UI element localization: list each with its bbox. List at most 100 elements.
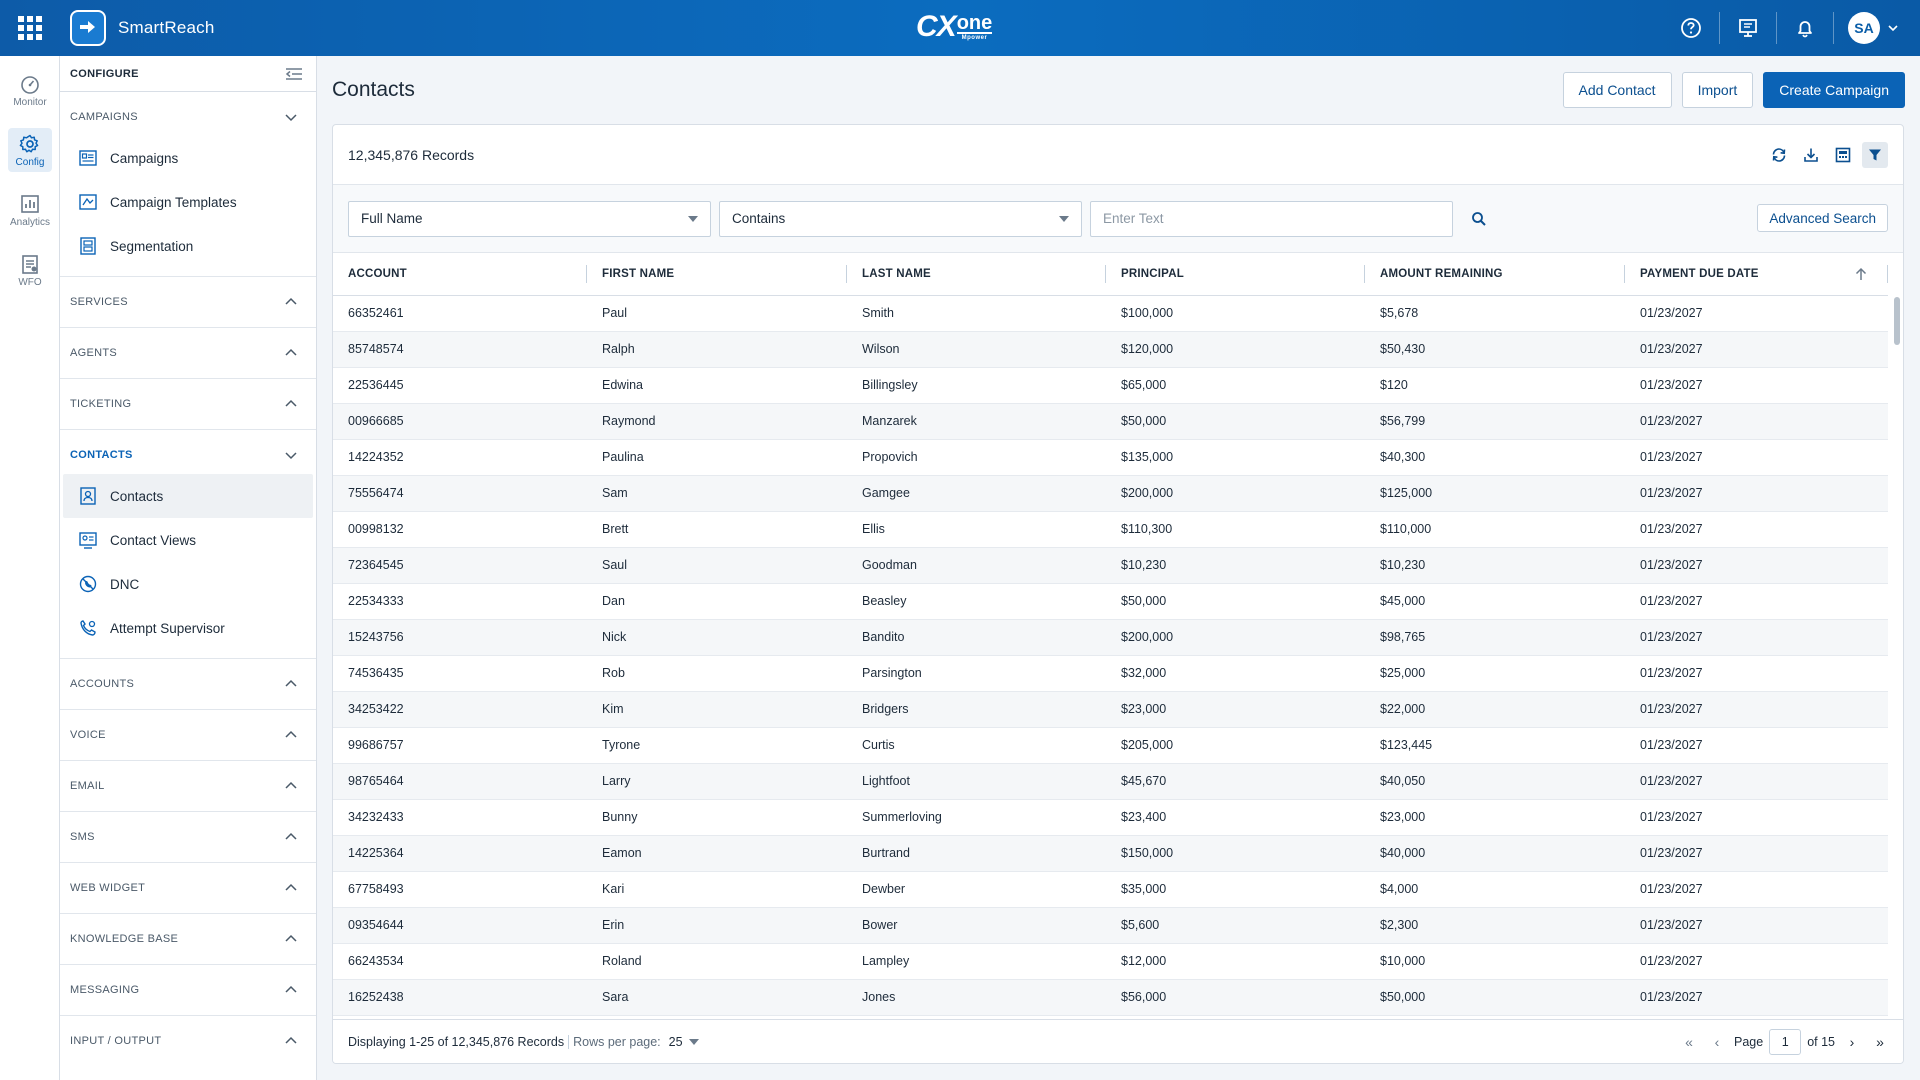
table-row[interactable]: 66352461 Paul Smith $100,000 $5,678 01/23/202… xyxy=(333,295,1888,332)
column-header[interactable]: PAYMENT DUE DATE xyxy=(1625,253,1888,296)
sidebar-section-header[interactable]: VOICE xyxy=(60,710,316,760)
help-icon[interactable] xyxy=(1671,8,1711,48)
table-row[interactable]: 34253422 Kim Bridgers $23,000 $22,000 01/23/2… xyxy=(333,691,1888,728)
table-row[interactable]: 22534333 Dan Beasley $50,000 $45,000 01/23/20… xyxy=(333,583,1888,620)
table-cell: Sara xyxy=(587,979,847,1016)
column-header[interactable]: LAST NAME xyxy=(847,253,1106,296)
speedometer-icon xyxy=(21,75,39,94)
column-header-label: AMOUNT REMAINING xyxy=(1380,267,1503,280)
table-row[interactable]: 16252438 Sara Jones $56,000 $50,000 01/23/202… xyxy=(333,979,1888,1016)
next-page-icon[interactable]: › xyxy=(1841,1031,1863,1053)
vertical-scrollbar[interactable] xyxy=(1894,297,1900,345)
sidebar-section-header[interactable]: KNOWLEDGE BASE xyxy=(60,914,316,964)
import-button[interactable]: Import xyxy=(1681,72,1754,108)
add-contact-button[interactable]: Add Contact xyxy=(1562,72,1672,108)
table-row[interactable]: 98765464 Larry Lightfoot $45,670 $40,050 01/2… xyxy=(333,763,1888,800)
table-cell: Wilson xyxy=(847,331,1106,368)
table-row[interactable]: 75556474 Sam Gamgee $200,000 $125,000 01/23/2… xyxy=(333,475,1888,512)
table-row[interactable]: 72364545 Saul Goodman $10,230 $10,230 01/23/2… xyxy=(333,547,1888,584)
bell-icon[interactable] xyxy=(1785,8,1825,48)
campaigns-icon xyxy=(79,150,97,166)
table-row[interactable]: 34232433 Bunny Summerloving $23,400 $23,000 0… xyxy=(333,799,1888,836)
column-header[interactable]: FIRST NAME xyxy=(587,253,847,296)
field-select[interactable]: Full Name xyxy=(348,200,711,237)
page-number-input[interactable] xyxy=(1769,1029,1802,1055)
filter-icon[interactable] xyxy=(1862,141,1888,168)
sidebar-section-header[interactable]: TICKETING xyxy=(60,379,316,429)
table-cell: 14225364 xyxy=(333,835,587,872)
app-launcher-button[interactable] xyxy=(0,0,60,56)
table-row[interactable]: 22536445 Edwina Billingsley $65,000 $120 01/2… xyxy=(333,367,1888,404)
table-row[interactable]: 09354644 Erin Bower $5,600 $2,300 01/23/2027 xyxy=(333,907,1888,944)
download-icon[interactable] xyxy=(1798,142,1824,168)
search-text-input[interactable] xyxy=(1090,200,1453,237)
table-row[interactable]: 00966685 Raymond Manzarek $50,000 $56,799 01/… xyxy=(333,403,1888,440)
rail-item-wfo[interactable]: WFO xyxy=(0,240,60,300)
sidebar-section-header[interactable]: INPUT / OUTPUT xyxy=(60,1016,316,1066)
column-header[interactable]: AMOUNT REMAINING xyxy=(1365,253,1625,296)
sidebar-section-header[interactable]: CONTACTS xyxy=(60,430,316,480)
collapse-menu-icon[interactable] xyxy=(284,66,304,82)
table-cell: Smith xyxy=(847,295,1106,332)
rail-item-monitor[interactable]: Monitor xyxy=(0,60,60,120)
chevron-down-icon xyxy=(285,452,297,460)
table-cell: 01/23/2027 xyxy=(1625,403,1888,440)
sidebar-section-header[interactable]: SERVICES xyxy=(60,277,316,327)
table-cell: Eamon xyxy=(587,835,847,872)
sidebar-section-header[interactable]: AGENTS xyxy=(60,328,316,378)
calculator-icon[interactable] xyxy=(1830,142,1856,168)
sidebar-item-contacts[interactable]: Contacts xyxy=(63,474,313,518)
column-header[interactable]: PRINCIPAL xyxy=(1106,253,1365,296)
table-row[interactable]: 99686757 Tyrone Curtis $205,000 $123,445 01/2… xyxy=(333,727,1888,764)
sidebar-section-header[interactable]: EMAIL xyxy=(60,761,316,811)
contacts-table: ACCOUNT FIRST NAME LAST NAME PRINCIPAL AMOUN… xyxy=(333,253,1888,1016)
table-cell: $25,000 xyxy=(1365,655,1625,692)
section-label: VOICE xyxy=(70,729,106,741)
brand[interactable]: SmartReach xyxy=(70,10,214,46)
table-row[interactable]: 67758493 Kari Dewber $35,000 $4,000 01/23/202… xyxy=(333,871,1888,908)
section-label: TICKETING xyxy=(70,398,132,410)
table-cell: 22534333 xyxy=(333,583,587,620)
sidebar-item-campaign-templates[interactable]: Campaign Templates xyxy=(63,180,313,224)
sidebar-section-header[interactable]: SMS xyxy=(60,812,316,862)
sort-arrow-up-icon[interactable] xyxy=(1854,267,1868,281)
advanced-search-button[interactable]: Advanced Search xyxy=(1757,204,1888,232)
search-icon[interactable] xyxy=(1461,201,1497,237)
prev-page-icon[interactable]: ‹ xyxy=(1706,1031,1728,1053)
sidebar-section-header[interactable]: MESSAGING xyxy=(60,965,316,1015)
refresh-icon[interactable] xyxy=(1766,142,1792,168)
table-row[interactable]: 00998132 Brett Ellis $110,300 $110,000 01/23/… xyxy=(333,511,1888,548)
last-page-icon[interactable]: » xyxy=(1869,1031,1891,1053)
table-cell: Saul xyxy=(587,547,847,584)
table-row[interactable]: 85748574 Ralph Wilson $120,000 $50,430 01/23/… xyxy=(333,331,1888,368)
table-row[interactable]: 66243534 Roland Lampley $12,000 $10,000 01/23… xyxy=(333,943,1888,980)
sidebar-item-dnc[interactable]: DNC xyxy=(63,562,313,606)
table-row[interactable]: 14225364 Eamon Burtrand $150,000 $40,000 01/2… xyxy=(333,835,1888,872)
sidebar-item-label: Campaign Templates xyxy=(110,194,237,210)
sidebar-section-header[interactable]: WEB WIDGET xyxy=(60,863,316,913)
sidebar-item-contact-views[interactable]: Contact Views xyxy=(63,518,313,562)
table-row[interactable]: 14224352 Paulina Propovich $135,000 $40,300 0… xyxy=(333,439,1888,476)
user-menu[interactable]: SA xyxy=(1848,12,1900,44)
table-cell: Tyrone xyxy=(587,727,847,764)
config-sidebar: CONFIGURE CAMPAIGNS Campaigns Campaign T… xyxy=(60,56,317,1080)
sidebar-item-segmentation[interactable]: Segmentation xyxy=(63,224,313,268)
table-row[interactable]: 74536435 Rob Parsington $32,000 $25,000 01/23… xyxy=(333,655,1888,692)
segmentation-icon xyxy=(80,237,96,255)
rail-item-analytics[interactable]: Analytics xyxy=(0,180,60,240)
sidebar-section-header[interactable]: CAMPAIGNS xyxy=(60,92,316,142)
operator-select[interactable]: Contains xyxy=(719,200,1082,237)
rows-per-page-select[interactable]: 25 xyxy=(669,1035,699,1049)
column-header[interactable]: ACCOUNT xyxy=(333,253,587,296)
table-cell: Edwina xyxy=(587,367,847,404)
presentation-icon[interactable] xyxy=(1728,8,1768,48)
sidebar-item-attempt-supervisor[interactable]: Attempt Supervisor xyxy=(63,606,313,650)
table-row[interactable]: 15243756 Nick Bandito $200,000 $98,765 01/23/… xyxy=(333,619,1888,656)
rows-per-page-label: Rows per page: xyxy=(573,1034,661,1049)
first-page-icon[interactable]: « xyxy=(1678,1031,1700,1053)
create-campaign-button[interactable]: Create Campaign xyxy=(1763,72,1905,108)
sidebar-item-campaigns[interactable]: Campaigns xyxy=(63,136,313,180)
column-header-label: ACCOUNT xyxy=(348,267,407,280)
rail-item-config[interactable]: Config xyxy=(0,120,60,180)
sidebar-section-header[interactable]: ACCOUNTS xyxy=(60,659,316,709)
